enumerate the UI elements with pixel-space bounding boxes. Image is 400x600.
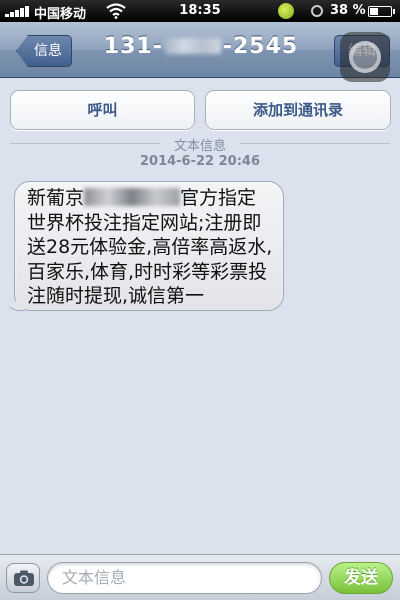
redacted-digits bbox=[164, 38, 221, 54]
battery-percentage: 38 % bbox=[330, 3, 366, 18]
battery-icon bbox=[368, 6, 395, 17]
redacted-text bbox=[84, 188, 181, 206]
battery-fill bbox=[370, 8, 379, 15]
status-bar: 中国移动 18:35 38 % bbox=[0, 0, 400, 22]
app-notification-icon bbox=[278, 3, 294, 19]
orientation-lock-icon bbox=[311, 5, 323, 17]
call-button[interactable]: 呼叫 bbox=[10, 90, 195, 130]
assistive-touch-button[interactable] bbox=[340, 32, 390, 82]
add-to-contacts-button[interactable]: 添加到通讯录 bbox=[205, 90, 391, 130]
send-button[interactable]: 发送 bbox=[329, 562, 393, 594]
message-type-label: 文本信息 bbox=[0, 135, 400, 154]
conversation-title: 131- -2545 bbox=[96, 34, 306, 59]
back-button[interactable]: 信息 bbox=[16, 35, 72, 67]
phone-number-suffix: -2545 bbox=[222, 34, 299, 59]
message-input[interactable]: 文本信息 bbox=[47, 562, 322, 594]
message-text-start: 新葡京 bbox=[27, 187, 85, 209]
camera-icon bbox=[14, 570, 34, 586]
received-message-bubble[interactable]: 新葡京 官方指定世界杯投注指定网站;注册即送28元体验金,高倍率高返水,百家乐,体… bbox=[14, 181, 284, 311]
compose-bar: 文本信息 发送 bbox=[0, 554, 400, 600]
camera-button[interactable] bbox=[6, 563, 40, 593]
navigation-bar: 信息 131--2545 编辑 bbox=[0, 22, 400, 82]
message-timestamp: 2014-6-22 20:46 bbox=[139, 154, 260, 169]
phone-number-prefix: 131- bbox=[103, 34, 163, 59]
